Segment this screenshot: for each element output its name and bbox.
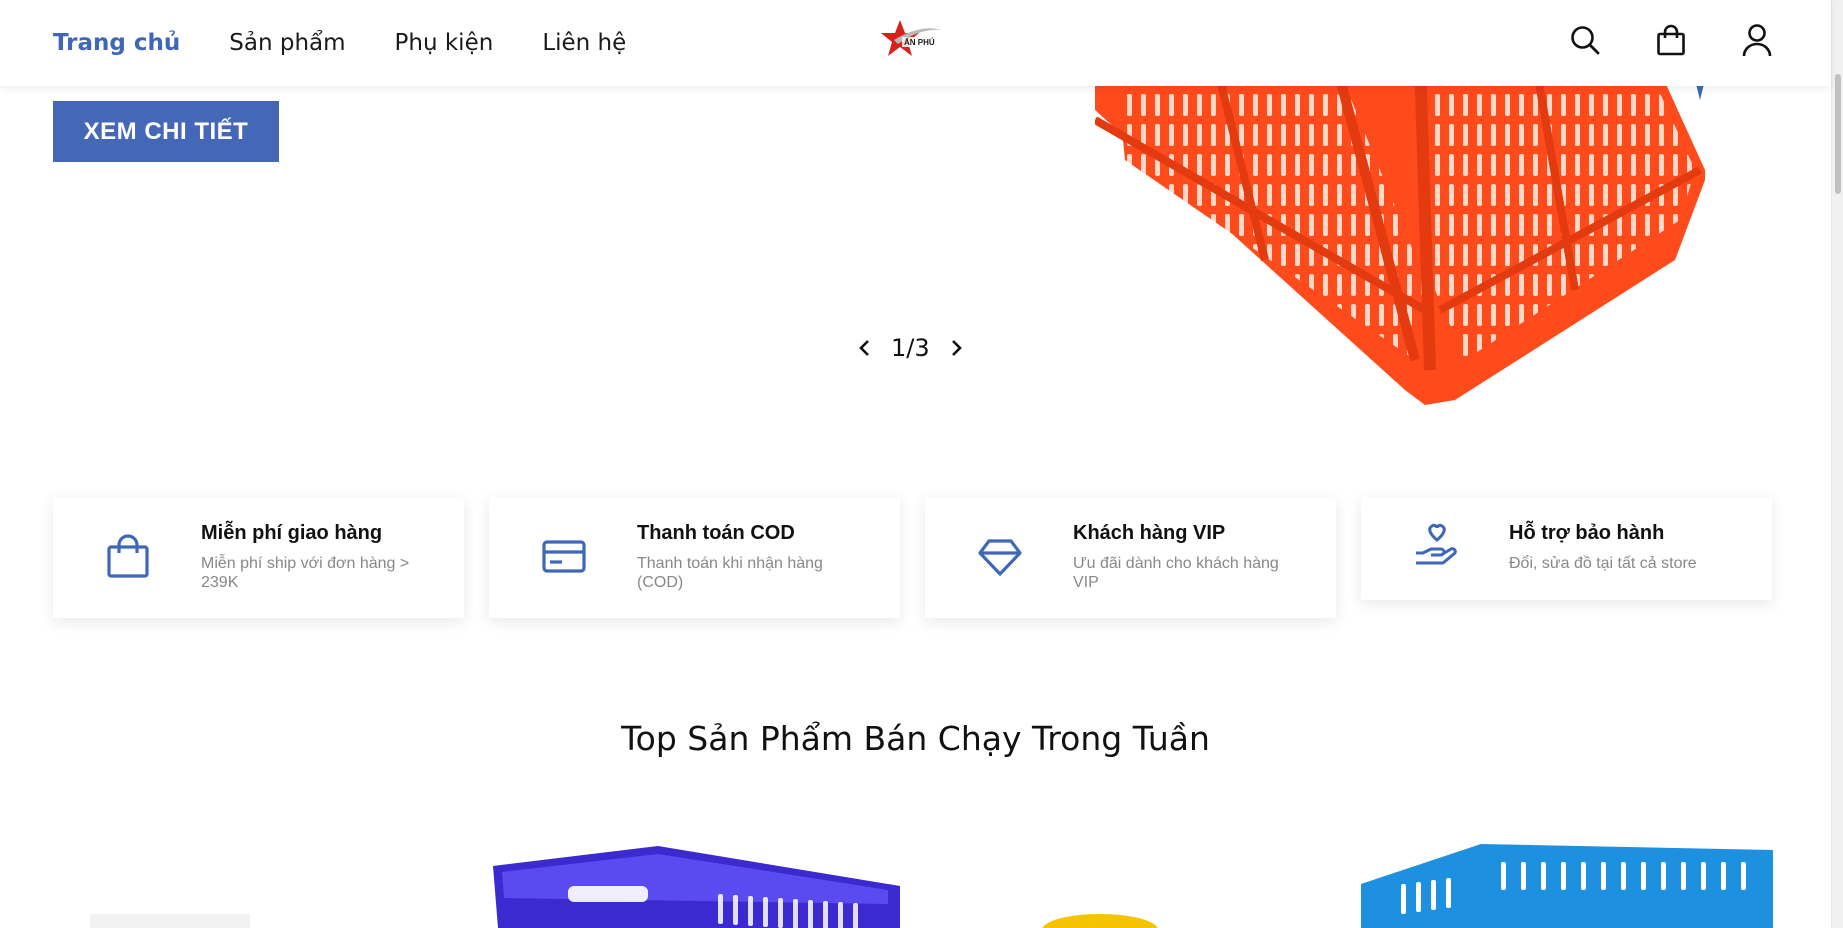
product-card-1[interactable]	[80, 900, 260, 928]
feature-free-shipping: Miễn phí giao hàng Miễn phí ship với đơn…	[53, 497, 464, 618]
hero-crate-image	[1093, 58, 1705, 420]
main-nav: Trang chủ Sản phẩm Phụ kiện Liên hệ	[53, 0, 626, 86]
scrollbar-thumb[interactable]	[1835, 74, 1841, 194]
product-image-yellow-crate	[1042, 914, 1158, 928]
user-icon[interactable]	[1740, 20, 1774, 60]
feature-title: Hỗ trợ bảo hành	[1509, 522, 1665, 544]
feature-list: Miễn phí giao hàng Miễn phí ship với đơn…	[53, 497, 1772, 618]
site-header: Trang chủ Sản phẩm Phụ kiện Liên hệ ẤN P…	[0, 0, 1831, 86]
credit-card-icon	[542, 540, 586, 573]
feature-vip: Khách hàng VIP Ưu đãi dành cho khách hàn…	[925, 497, 1336, 618]
feature-desc: Ưu đãi dành cho khách hàng VIP	[1073, 555, 1279, 591]
nav-accessories[interactable]: Phụ kiện	[395, 30, 494, 56]
shopping-bag-icon	[107, 534, 149, 578]
hero-slider-controls: 1/3	[853, 334, 968, 362]
product-card-4[interactable]	[1361, 844, 1773, 928]
svg-text:ẤN PHÚ: ẤN PHÚ	[904, 37, 935, 47]
section-title-bestsellers: Top Sản Phẩm Bán Chạy Trong Tuần	[621, 719, 1210, 758]
shopping-bag-icon[interactable]	[1654, 20, 1688, 60]
product-image-blue-crate	[1361, 844, 1773, 928]
chevron-left-icon[interactable]	[853, 336, 877, 360]
product-image-purple-crate	[493, 846, 900, 928]
feature-title: Thanh toán COD	[637, 522, 795, 544]
feature-desc: Thanh toán khi nhận hàng (COD)	[637, 555, 823, 591]
feature-title: Miễn phí giao hàng	[201, 522, 383, 544]
star-logo-icon: ẤN PHÚ	[881, 20, 942, 56]
nav-contact[interactable]: Liên hệ	[542, 30, 626, 56]
feature-warranty: Hỗ trợ bảo hành Đổi, sửa đồ tại tất cả s…	[1361, 497, 1772, 600]
feature-desc: Đổi, sửa đồ tại tất cả store	[1509, 555, 1697, 572]
diamond-icon	[978, 539, 1022, 576]
nav-home[interactable]: Trang chủ	[53, 30, 180, 56]
heart-hand-icon	[1416, 523, 1457, 565]
product-card-2[interactable]	[488, 846, 900, 928]
nav-products[interactable]: Sản phẩm	[229, 30, 345, 56]
feature-desc: Miễn phí ship với đơn hàng > 239K	[201, 555, 410, 591]
header-actions	[1568, 20, 1774, 60]
search-icon[interactable]	[1568, 20, 1602, 60]
slide-counter: 1/3	[891, 334, 930, 362]
chevron-right-icon[interactable]	[944, 336, 968, 360]
orange-crate-graphic	[1093, 58, 1705, 405]
feature-cod: Thanh toán COD Thanh toán khi nhận hàng …	[489, 497, 900, 618]
product-image-white	[90, 914, 250, 928]
feature-title: Khách hàng VIP	[1073, 522, 1226, 544]
page-scrollbar[interactable]	[1831, 0, 1843, 928]
site-logo[interactable]: ẤN PHÚ	[880, 18, 944, 60]
product-card-3[interactable]	[1040, 908, 1160, 928]
view-detail-button[interactable]: XEM CHI TIẾT	[53, 101, 279, 162]
